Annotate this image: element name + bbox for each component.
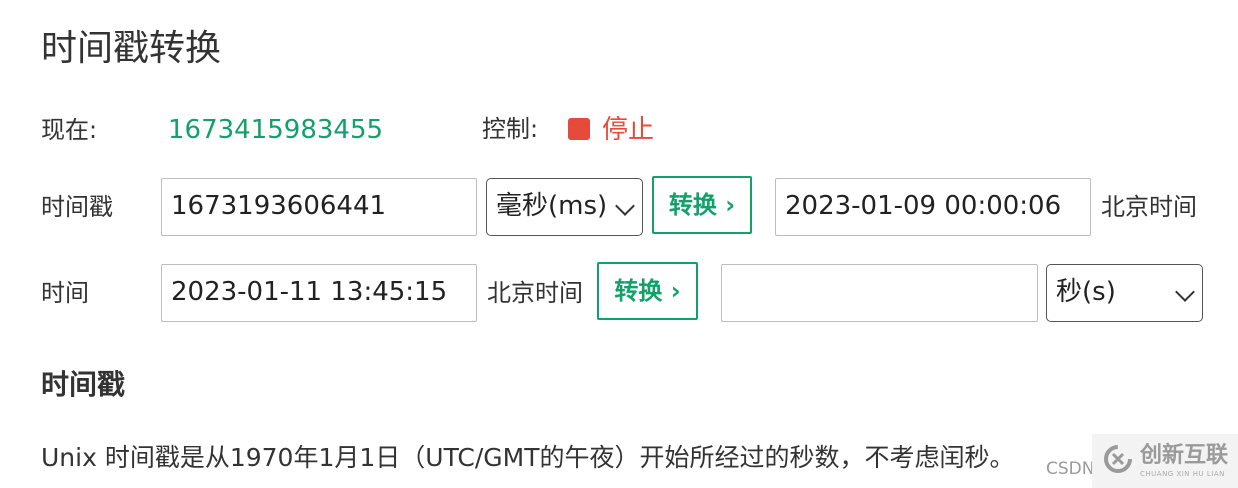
timestamp-unit-value: 毫秒(ms) xyxy=(496,191,608,221)
time-input[interactable]: 2023-01-11 13:45:15 xyxy=(161,264,477,322)
section-title: 时间戳 xyxy=(41,368,126,401)
chevron-down-icon xyxy=(1175,282,1195,302)
section-description: Unix 时间戳是从1970年1月1日（UTC/GMT的午夜）开始所经过的秒数，… xyxy=(41,443,1015,472)
time-unit-value: 秒(s) xyxy=(1056,277,1116,307)
timestamp-result-field[interactable]: 2023-01-09 00:00:06 xyxy=(775,178,1091,236)
timestamp-row-label: 时间戳 xyxy=(41,193,113,221)
brand-watermark-text: 创新互联 xyxy=(1140,443,1229,468)
time-result-field[interactable] xyxy=(721,264,1038,322)
timestamp-result-timezone: 北京时间 xyxy=(1101,193,1197,221)
time-unit-select[interactable]: 秒(s) xyxy=(1046,264,1203,322)
time-row-label: 时间 xyxy=(41,279,89,307)
timestamp-converter-page: 时间戳转换 现在: 1673415983455 控制: 停止 时间戳 16731… xyxy=(0,0,1238,488)
stop-button[interactable]: 停止 xyxy=(602,114,654,146)
convert-timestamp-button[interactable]: 转换 › xyxy=(652,176,752,234)
current-timestamp: 1673415983455 xyxy=(168,115,384,145)
brand-logo-icon xyxy=(1104,445,1132,473)
timestamp-input[interactable]: 1673193606441 xyxy=(161,178,477,236)
csdn-watermark: CSDN xyxy=(1046,459,1095,479)
stop-square-icon[interactable] xyxy=(568,118,590,140)
now-label: 现在: xyxy=(41,116,98,144)
chevron-down-icon xyxy=(615,196,635,216)
convert-time-button[interactable]: 转换 › xyxy=(597,262,698,320)
control-label: 控制: xyxy=(482,115,539,143)
time-input-timezone: 北京时间 xyxy=(487,279,583,307)
timestamp-unit-select[interactable]: 毫秒(ms) xyxy=(486,178,643,236)
brand-watermark-subtext: CHUANG XIN HU LIAN xyxy=(1140,470,1225,478)
page-title: 时间戳转换 xyxy=(41,28,222,69)
